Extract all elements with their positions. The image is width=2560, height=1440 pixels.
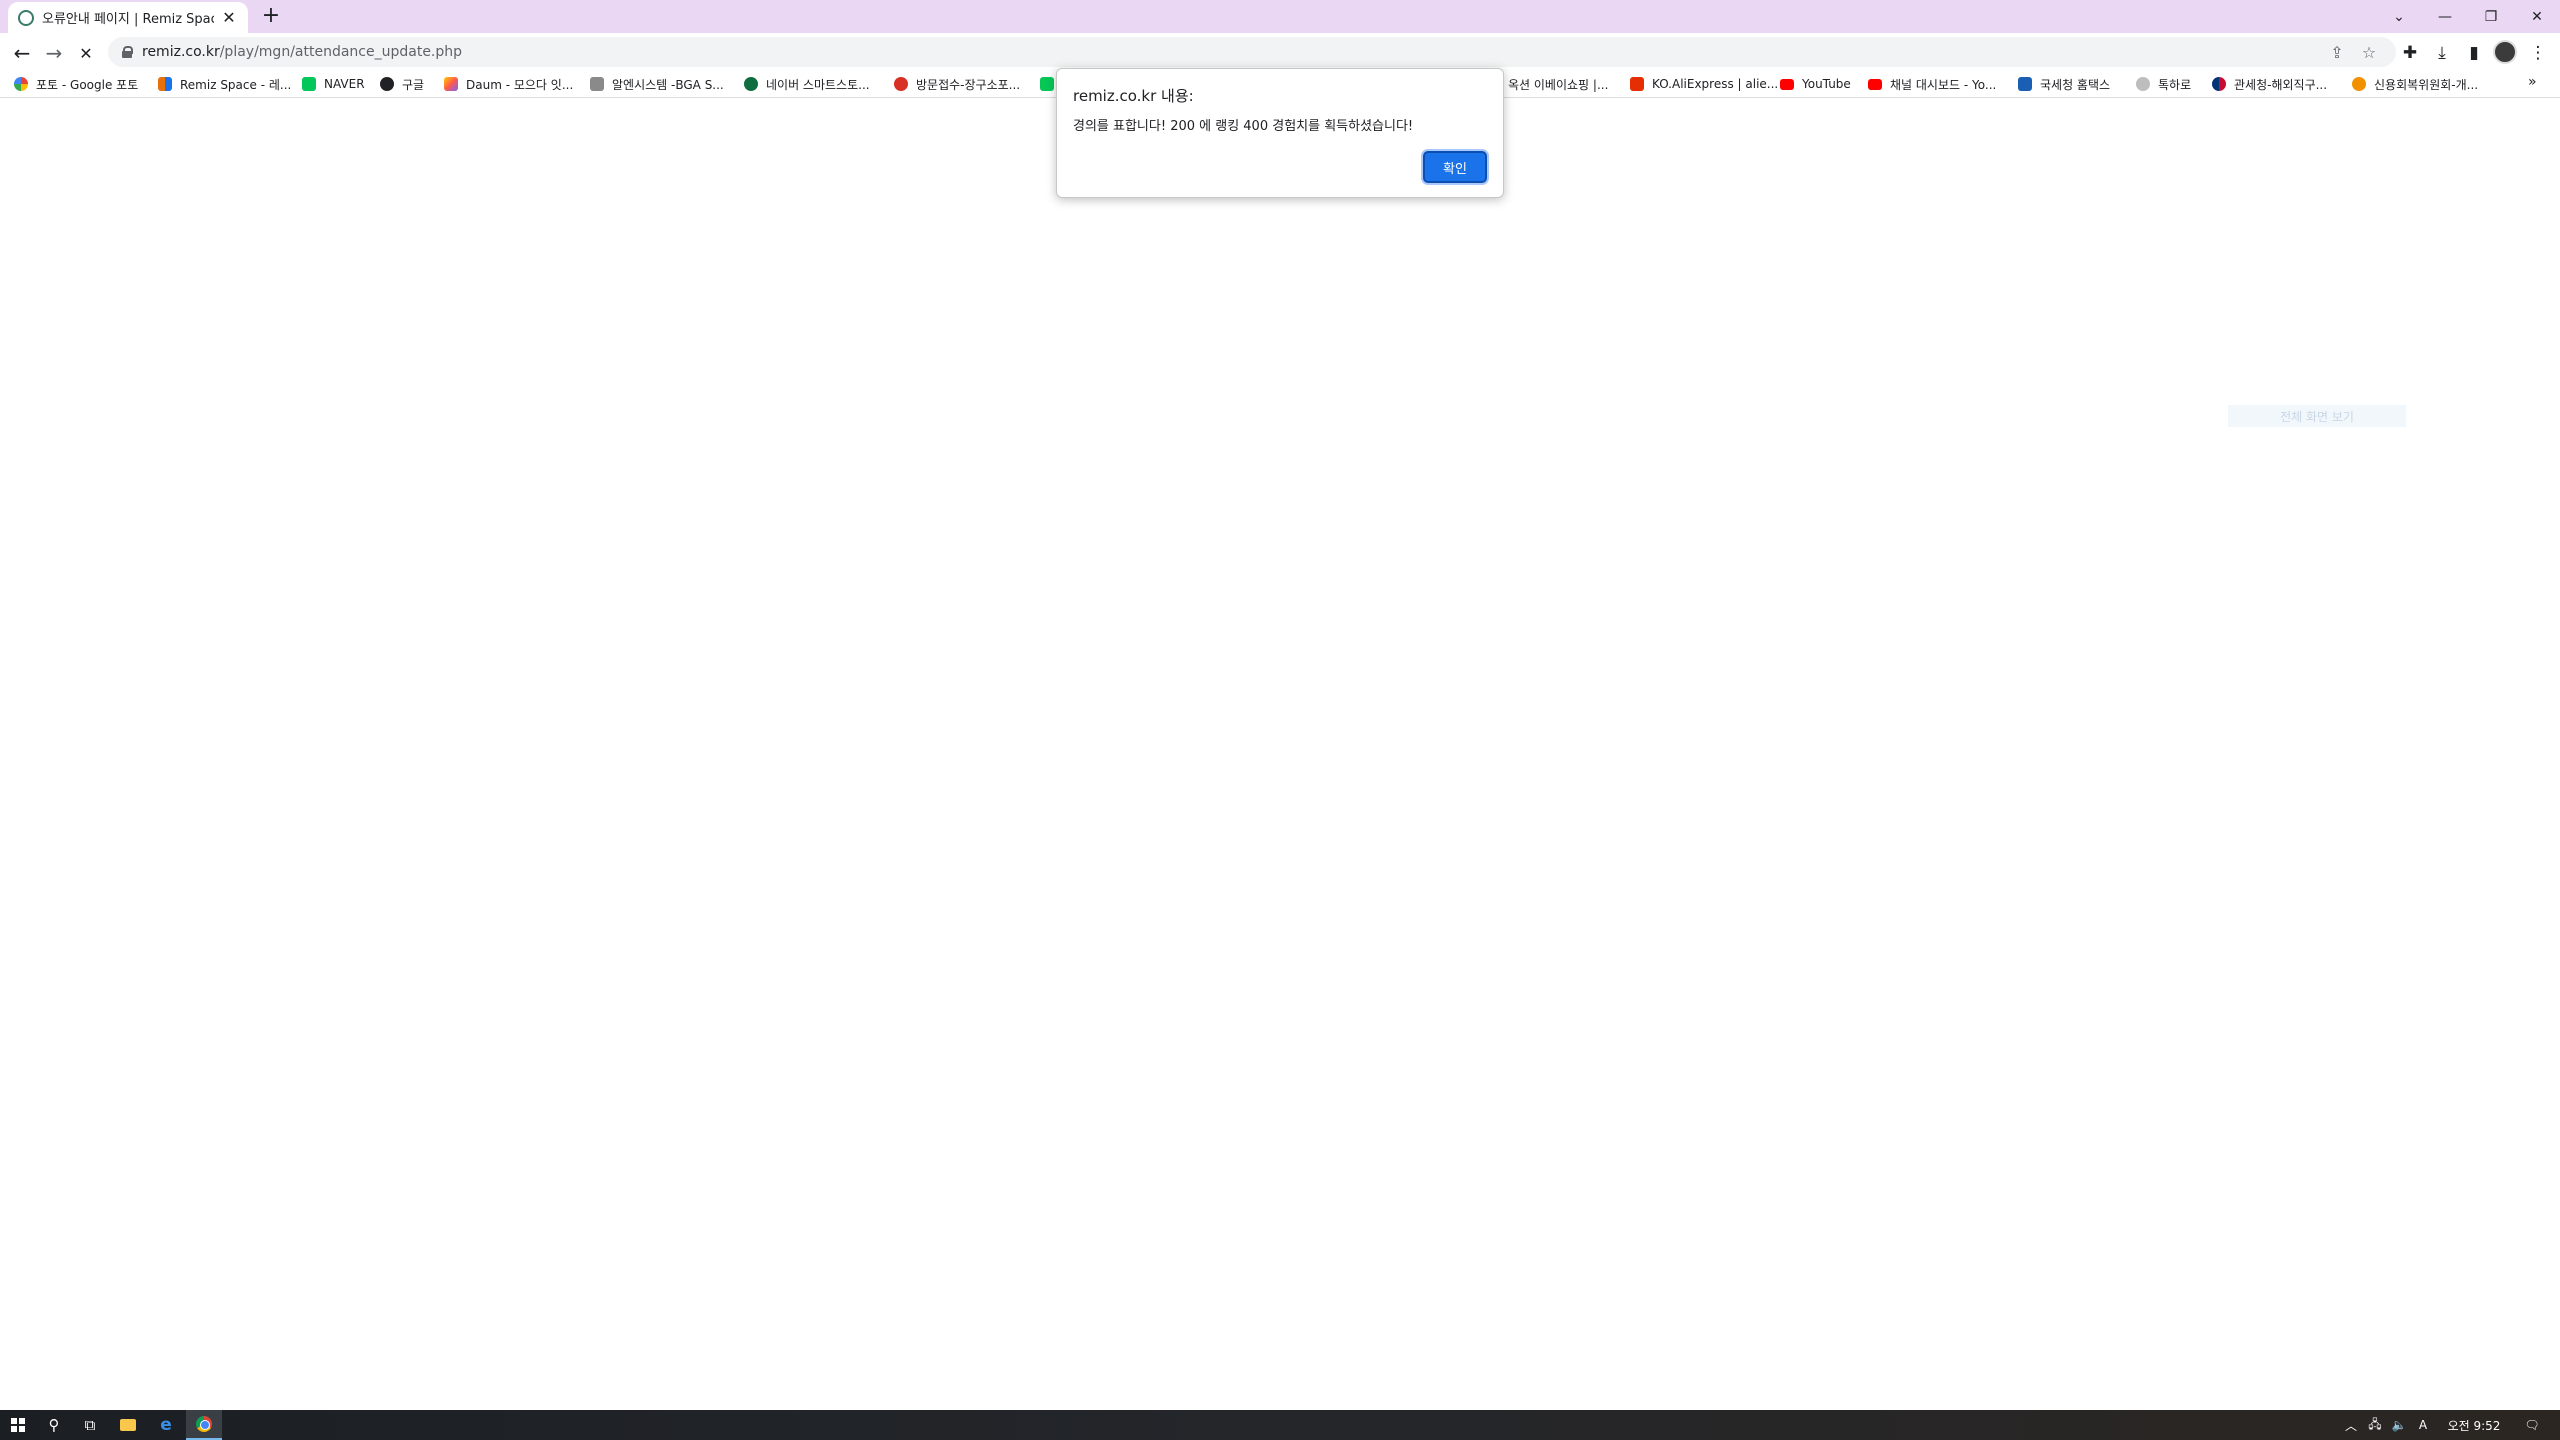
volume-icon[interactable]: 🔈 [2388,1410,2410,1440]
clock[interactable]: 오전 9:52 [2438,1410,2510,1440]
browser-toolbar: ← → ✕ remiz.co.kr/play/mgn/attendance_up… [0,33,2560,71]
bookmark-item[interactable]: 톡하로 [2136,74,2191,94]
tray-overflow-icon[interactable]: ︿ [2340,1410,2362,1440]
url-path: /play/mgn/attendance_update.php [219,44,463,60]
bookmark-item[interactable]: 국세청 홈택스 [2018,74,2110,94]
task-view-icon[interactable]: ⧉ [72,1410,108,1440]
daum-icon [444,77,458,91]
extensions-puzzle-icon[interactable]: ✚ [2396,39,2424,67]
fullscreen-hint: 전체 화면 보기 [2228,405,2406,427]
windows-logo-icon [11,1418,25,1432]
profile-avatar[interactable] [2493,40,2517,64]
internet-explorer-icon: e [160,1415,172,1435]
bookmark-item[interactable]: 방문접수-장구소포... [894,74,1020,94]
customs-icon [2212,77,2226,91]
ime-indicator[interactable]: A [2412,1410,2434,1440]
bookmark-item[interactable]: 옥션 이베이쇼핑 |... [1508,74,1608,94]
smartstore-icon [744,77,758,91]
bookmark-item[interactable]: Daum - 모으다 잇... [444,74,573,94]
dialog-message: 경의를 표합니다! 200 에 랭킹 400 경험치를 획득하셨습니다! [1073,119,1414,134]
file-explorer-button[interactable] [110,1410,146,1440]
youtube-studio-icon [1868,78,1882,90]
url-text[interactable]: remiz.co.kr/play/mgn/attendance_update.p… [142,44,462,60]
bookmark-item[interactable]: 알엔시스템 -BGA S... [590,74,724,94]
bookmark-item[interactable]: NAVER [302,74,365,94]
restore-button[interactable]: ❐ [2468,0,2514,33]
search-icon[interactable]: ⚲ [36,1410,72,1440]
alert-dialog: remiz.co.kr 내용: 경의를 표합니다! 200 에 랭킹 400 경… [1056,68,1504,198]
bookmark-item[interactable]: 네이버 스마트스토... [744,74,870,94]
bookmarks-overflow-button[interactable]: » [2528,74,2537,90]
stop-loading-icon[interactable]: ✕ [72,39,100,67]
browser-menu-icon[interactable]: ⋮ [2524,39,2552,67]
taskbar: ⚲ ⧉ e ︿ 🖧 🔈 A 오전 9:52 🗨 [0,1410,2560,1440]
post-icon [894,77,908,91]
bookmark-star-icon[interactable]: ☆ [2356,39,2382,65]
tab-strip: 오류안내 페이지 | Remiz Space ✕ + ⌄ — ❐ ✕ [0,0,2560,33]
youtube-icon [1780,78,1794,90]
hometax-icon [2018,77,2032,91]
bookmark-item[interactable]: YouTube [1780,74,1851,94]
internet-explorer-button[interactable]: e [148,1410,184,1440]
bookmark-item[interactable]: 구글 [380,74,424,94]
close-window-button[interactable]: ✕ [2514,0,2560,33]
notification-icon[interactable]: 🗨 [2512,1410,2552,1440]
photos-icon [14,77,28,91]
bookmark-item[interactable]: 채널 대시보드 - Yo... [1868,74,1996,94]
bookmark-item[interactable]: 포토 - Google 포토 [14,74,138,94]
rnsystem-icon [590,77,604,91]
minimize-button[interactable]: — [2422,0,2468,33]
folder-icon [120,1419,136,1431]
url-host: remiz.co.kr [142,44,220,60]
bookmark-item[interactable]: 관세청-해외직구... [2212,74,2327,94]
bookmark-item[interactable]: Remiz Space - 레... [158,74,291,94]
tokharo-icon [2136,77,2150,91]
tab-title: 오류안내 페이지 | Remiz Space [42,12,214,27]
network-icon[interactable]: 🖧 [2364,1410,2386,1440]
tab-search-button[interactable]: ⌄ [2376,0,2422,33]
new-tab-button[interactable]: + [258,4,284,30]
forward-arrow-icon[interactable]: → [40,39,68,67]
tab-close-icon[interactable]: ✕ [220,8,238,27]
dialog-ok-button[interactable]: 확인 [1423,151,1487,183]
lock-icon[interactable] [122,46,133,58]
bookmark-item[interactable]: 신용회복위원회-개... [2352,74,2478,94]
remiz-icon [158,77,172,91]
browser-tab[interactable]: 오류안내 페이지 | Remiz Space ✕ [8,2,248,33]
share-icon[interactable]: ⇪ [2324,39,2350,65]
download-icon[interactable]: ⤓ [2428,39,2456,67]
globe-icon [380,77,394,91]
address-bar[interactable]: remiz.co.kr/play/mgn/attendance_update.p… [108,37,2396,67]
side-panel-icon[interactable]: ▮ [2460,39,2488,67]
aliexpress-icon [1630,77,1644,91]
start-button[interactable] [0,1410,36,1440]
dialog-title: remiz.co.kr 내용: [1073,87,1194,105]
site-favicon-icon [18,9,34,26]
ccrs-icon [2352,77,2366,91]
chrome-icon [196,1416,212,1432]
naver-icon [302,77,316,91]
chrome-taskbar-button[interactable] [186,1410,222,1440]
line-icon [1040,77,1054,91]
bookmark-item[interactable]: KO.AliExpress | alie... [1630,74,1778,94]
back-arrow-icon[interactable]: ← [8,39,36,67]
